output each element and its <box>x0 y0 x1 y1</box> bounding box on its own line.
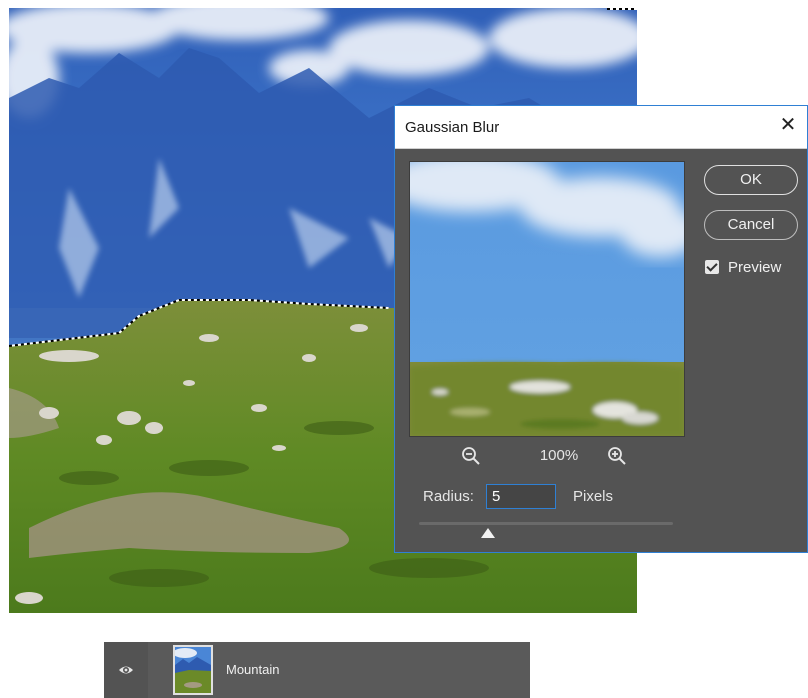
dialog-title: Gaussian Blur <box>405 119 500 136</box>
checkbox-icon[interactable] <box>705 260 719 274</box>
gaussian-blur-dialog: Gaussian Blur ✕ OK Cancel Preview 100% R… <box>394 105 808 553</box>
zoom-in-icon[interactable] <box>607 446 627 466</box>
preview-checkbox-row[interactable]: Preview <box>705 258 781 276</box>
ok-button[interactable]: OK <box>704 165 798 195</box>
layer-thumbnail <box>173 645 213 695</box>
close-icon[interactable]: ✕ <box>777 114 799 136</box>
cancel-button[interactable]: Cancel <box>704 210 798 240</box>
radius-input[interactable] <box>486 484 556 509</box>
radius-slider-track[interactable] <box>419 522 673 525</box>
layer-row-mountain[interactable]: Mountain <box>104 642 530 698</box>
eye-icon[interactable] <box>118 662 134 678</box>
radius-slider-thumb[interactable] <box>480 528 495 538</box>
preview-label: Preview <box>728 258 782 276</box>
selection-edge <box>607 8 637 10</box>
preview-image <box>410 162 684 436</box>
layer-name: Mountain <box>226 662 280 677</box>
zoom-out-icon[interactable] <box>461 446 481 466</box>
radius-unit: Pixels <box>573 488 614 505</box>
visibility-toggle[interactable] <box>104 642 148 698</box>
zoom-level: 100% <box>539 447 579 464</box>
dialog-titlebar[interactable]: Gaussian Blur ✕ <box>395 106 807 149</box>
blur-preview[interactable] <box>409 161 685 437</box>
zoom-controls: 100% <box>409 444 683 468</box>
radius-label: Radius: <box>423 488 474 505</box>
